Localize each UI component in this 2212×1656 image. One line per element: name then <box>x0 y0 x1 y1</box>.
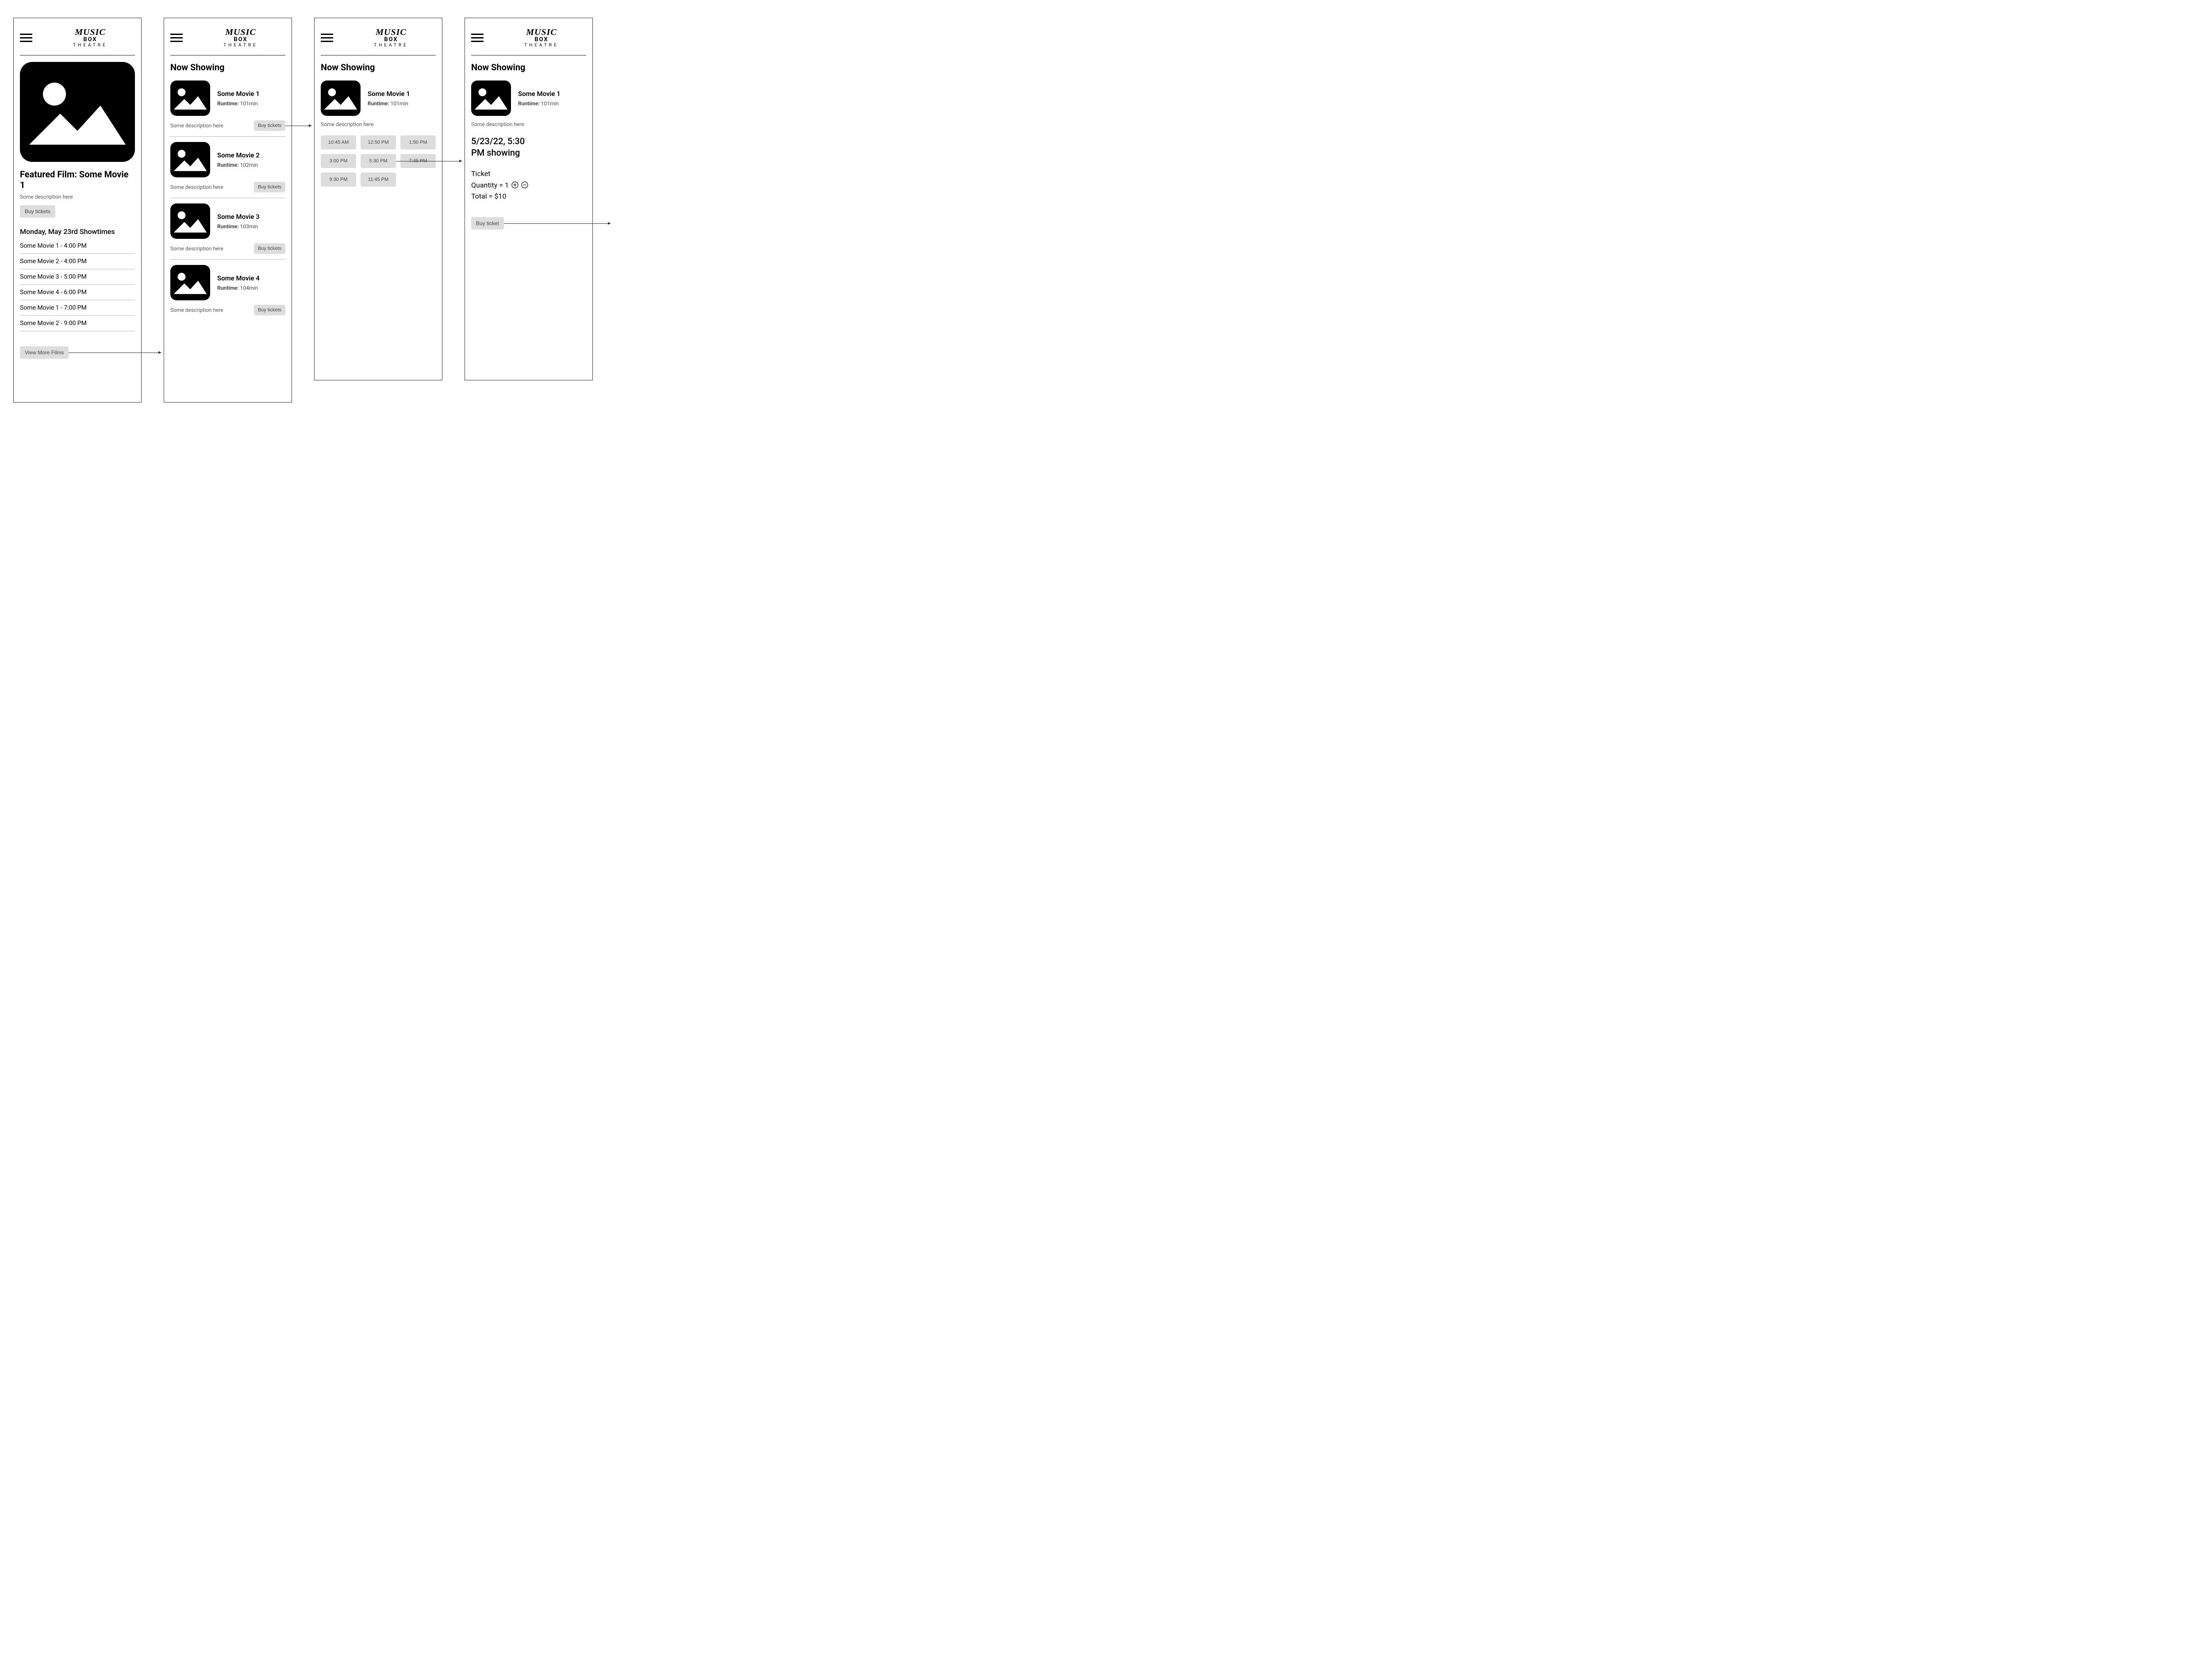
movie-title: Some Movie 1 <box>217 90 260 98</box>
logo: MUSIC BOX THEATRE <box>346 28 436 48</box>
menu-icon[interactable] <box>170 34 183 42</box>
showtime-chip[interactable]: 5:30 PM <box>361 154 396 168</box>
showtime-row[interactable]: Some Movie 1 - 7:00 PM <box>20 300 135 316</box>
page-title: Now Showing <box>471 62 586 73</box>
movie-title: Some Movie 2 <box>217 151 260 159</box>
checkout-summary: Ticket Quantity = 1 Total = $10 <box>471 168 586 202</box>
showing-time: 5/23/22, 5:30PM showing <box>471 135 586 158</box>
logo: MUSIC BOX THEATRE <box>196 28 285 48</box>
movie-title: Some Movie 1 <box>518 90 561 98</box>
menu-icon[interactable] <box>20 34 32 42</box>
movie-title: Some Movie 4 <box>217 274 260 282</box>
screen-now-showing-list: MUSIC BOX THEATRE Now Showing Some Movie… <box>164 18 292 402</box>
flow-arrow-icon <box>504 223 611 224</box>
featured-title: Featured Film: Some Movie 1 <box>20 169 135 190</box>
ticket-label: Ticket <box>471 168 586 180</box>
quantity-value: 1 <box>505 181 509 189</box>
movie-description: Some description here <box>471 121 586 127</box>
app-header: MUSIC BOX THEATRE <box>471 24 586 53</box>
movie-card: Some Movie 1 Runtime: 101min Some descript… <box>170 80 285 131</box>
logo-line-3: THEATRE <box>46 43 135 48</box>
quantity-line: Quantity = 1 <box>471 180 586 191</box>
movie-card: Some Movie 1 Runtime: 101min Some descri… <box>471 80 586 127</box>
showtime-row[interactable]: Some Movie 3 - 5:00 PM <box>20 269 135 285</box>
movie-runtime: Runtime: 104min <box>217 285 260 291</box>
movie-runtime: Runtime: 103min <box>217 223 260 230</box>
app-header: MUSIC BOX THEATRE <box>170 24 285 53</box>
movie-description: Some description here <box>170 307 223 313</box>
divider <box>170 55 285 56</box>
buy-ticket-button[interactable]: Buy ticket <box>471 217 504 230</box>
movie-card: Some Movie 1 Runtime: 101min Some descri… <box>321 80 436 127</box>
showtimes-heading: Monday, May 23rd Showtimes <box>20 227 135 236</box>
movie-title: Some Movie 3 <box>217 213 260 221</box>
divider <box>20 55 135 56</box>
buy-tickets-button[interactable]: Buy tickets <box>254 120 285 131</box>
buy-tickets-button[interactable]: Buy tickets <box>254 182 285 192</box>
movie-description: Some description here <box>170 245 223 252</box>
featured-description: Some description here <box>20 194 135 200</box>
movie-description: Some description here <box>170 123 223 129</box>
image-placeholder-icon <box>321 80 361 116</box>
app-header: MUSIC BOX THEATRE <box>20 24 135 53</box>
movie-runtime: Runtime: 101min <box>518 100 561 107</box>
divider <box>170 136 285 137</box>
logo-line-2: BOX <box>46 37 135 42</box>
showtime-row[interactable]: Some Movie 2 - 4:00 PM <box>20 254 135 269</box>
plus-circle-icon[interactable] <box>511 181 518 188</box>
image-placeholder-icon <box>170 142 210 177</box>
view-more-films-button[interactable]: View More Films <box>20 346 69 359</box>
logo: MUSIC BOX THEATRE <box>497 28 586 48</box>
logo: MUSIC BOX THEATRE <box>46 28 135 48</box>
image-placeholder-icon <box>170 265 210 300</box>
movie-runtime: Runtime: 102min <box>217 162 260 168</box>
showtime-row[interactable]: Some Movie 4 - 6:00 PM <box>20 285 135 300</box>
showtime-chip[interactable]: 12:50 PM <box>361 135 396 150</box>
movie-runtime: Runtime: 101min <box>217 100 260 107</box>
divider <box>170 259 285 260</box>
showtime-row[interactable]: Some Movie 1 - 4:00 PM <box>20 238 135 254</box>
image-placeholder-icon <box>20 62 135 162</box>
screen-showtimes: MUSIC BOX THEATRE Now Showing Some Movie… <box>314 18 442 380</box>
showtime-chip[interactable]: 1:50 PM <box>400 135 436 150</box>
total-line: Total = $10 <box>471 191 586 202</box>
showtime-chip[interactable]: 11:45 PM <box>361 172 396 187</box>
buy-tickets-button[interactable]: Buy tickets <box>254 243 285 254</box>
screen-home: MUSIC BOX THEATRE Featured Film: Some Mo… <box>13 18 142 402</box>
page-title: Now Showing <box>321 62 436 73</box>
total-value: $10 <box>494 192 506 200</box>
showtime-chip[interactable]: 9:30 PM <box>321 172 356 187</box>
movie-card: Some Movie 3 Runtime: 103min Some descript… <box>170 203 285 254</box>
movie-title: Some Movie 1 <box>368 90 410 98</box>
minus-circle-icon[interactable] <box>521 181 528 188</box>
movie-description: Some description here <box>170 184 223 190</box>
logo-line-1: MUSIC <box>46 28 135 37</box>
page-title: Now Showing <box>170 62 285 73</box>
buy-tickets-button[interactable]: Buy tickets <box>20 205 55 218</box>
movie-runtime: Runtime: 101min <box>368 100 410 107</box>
showtime-row[interactable]: Some Movie 2 - 9:00 PM <box>20 316 135 331</box>
showtime-chip[interactable]: 3:00 PM <box>321 154 356 168</box>
menu-icon[interactable] <box>471 34 484 42</box>
movie-card: Some Movie 2 Runtime: 102min Some descript… <box>170 142 285 192</box>
app-header: MUSIC BOX THEATRE <box>321 24 436 53</box>
divider <box>471 55 586 56</box>
image-placeholder-icon <box>471 80 511 116</box>
showtimes-list: Some Movie 1 - 4:00 PMSome Movie 2 - 4:0… <box>20 238 135 331</box>
movie-description: Some description here <box>321 121 436 127</box>
buy-tickets-button[interactable]: Buy tickets <box>254 305 285 315</box>
image-placeholder-icon <box>170 203 210 239</box>
showtime-chip[interactable]: 10:45 AM <box>321 135 356 150</box>
menu-icon[interactable] <box>321 34 333 42</box>
screen-checkout: MUSIC BOX THEATRE Now Showing Some Movie… <box>465 18 593 380</box>
movie-card: Some Movie 4 Runtime: 104min Some descript… <box>170 265 285 315</box>
image-placeholder-icon <box>170 80 210 116</box>
divider <box>321 55 436 56</box>
